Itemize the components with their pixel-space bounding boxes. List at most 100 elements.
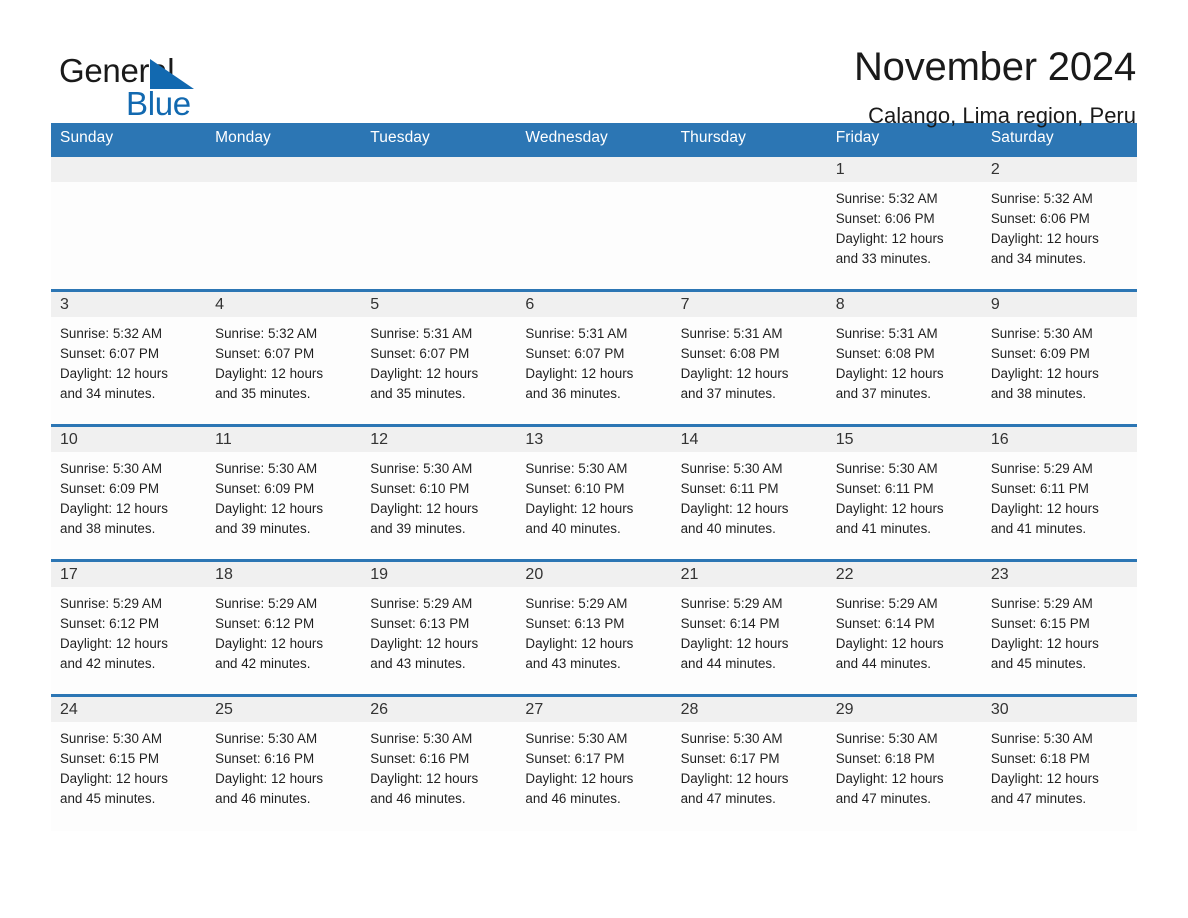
sunrise-text: Sunrise: 5:30 AM bbox=[525, 731, 628, 746]
day-sun-info: Sunrise: 5:31 AM Sunset: 6:08 PM Daylight:… bbox=[672, 317, 827, 404]
daylight-text: Daylight: 12 hours bbox=[990, 501, 1099, 516]
calendar-day-cell-empty bbox=[671, 154, 827, 291]
daylight-text-cont: and 42 minutes. bbox=[60, 656, 156, 671]
day-cell-content: 20 Sunrise: 5:29 AM Sunset: 6:13 PM Dayligh… bbox=[516, 562, 672, 694]
day-cell-content: 19 Sunrise: 5:29 AM Sunset: 6:13 PM Dayligh… bbox=[361, 562, 517, 694]
calendar-day-cell[interactable]: 5 Sunrise: 5:31 AM Sunset: 6:07 PM Daylight… bbox=[361, 289, 517, 426]
calendar-week-row: 10 Sunrise: 5:30 AM Sunset: 6:09 PM Dayligh… bbox=[51, 424, 1137, 561]
daylight-text: Daylight: 12 hours bbox=[835, 501, 944, 516]
daylight-text-cont: and 37 minutes. bbox=[835, 386, 931, 401]
daylight-text-cont: and 40 minutes. bbox=[680, 521, 776, 536]
calendar-day-cell[interactable]: 21 Sunrise: 5:29 AM Sunset: 6:14 PM Dayligh… bbox=[671, 559, 827, 696]
calendar-day-cell[interactable]: 14 Sunrise: 5:30 AM Sunset: 6:11 PM Dayligh… bbox=[671, 424, 827, 561]
sunrise-text: Sunrise: 5:31 AM bbox=[525, 326, 628, 341]
day-number: 6 bbox=[525, 295, 535, 313]
day-sun-info: Sunrise: 5:30 AM Sunset: 6:09 PM Daylight:… bbox=[982, 317, 1137, 404]
calendar-day-cell[interactable]: 7 Sunrise: 5:31 AM Sunset: 6:08 PM Daylight… bbox=[671, 289, 827, 426]
calendar-day-cell-empty bbox=[206, 154, 362, 291]
daylight-text: Daylight: 12 hours bbox=[990, 231, 1099, 246]
calendar-day-cell[interactable]: 20 Sunrise: 5:29 AM Sunset: 6:13 PM Dayligh… bbox=[516, 559, 672, 696]
calendar-day-cell[interactable]: 25 Sunrise: 5:30 AM Sunset: 6:16 PM Dayligh… bbox=[206, 694, 362, 831]
day-sun-info: Sunrise: 5:30 AM Sunset: 6:16 PM Daylight:… bbox=[206, 722, 361, 809]
location-subtitle: Calango, Lima region, Peru bbox=[868, 103, 1136, 128]
day-number: 14 bbox=[680, 430, 699, 448]
calendar-day-cell[interactable]: 8 Sunrise: 5:31 AM Sunset: 6:08 PM Daylight… bbox=[826, 289, 982, 426]
calendar-day-cell[interactable]: 9 Sunrise: 5:30 AM Sunset: 6:09 PM Daylight… bbox=[981, 289, 1137, 426]
day-cell-content: 5 Sunrise: 5:31 AM Sunset: 6:07 PM Daylight… bbox=[361, 292, 517, 424]
day-sun-info: Sunrise: 5:30 AM Sunset: 6:17 PM Daylight:… bbox=[672, 722, 827, 809]
daylight-text-cont: and 33 minutes. bbox=[835, 251, 931, 266]
daylight-text-cont: and 35 minutes. bbox=[215, 386, 311, 401]
sunrise-text: Sunrise: 5:31 AM bbox=[680, 326, 783, 341]
sunrise-text: Sunrise: 5:30 AM bbox=[990, 731, 1093, 746]
sunset-text: Sunset: 6:13 PM bbox=[525, 616, 625, 631]
daylight-text-cont: and 39 minutes. bbox=[370, 521, 466, 536]
calendar-day-cell[interactable]: 18 Sunrise: 5:29 AM Sunset: 6:12 PM Dayligh… bbox=[206, 559, 362, 696]
calendar-week-row: 1 Sunrise: 5:32 AM Sunset: 6:06 PM Daylight… bbox=[51, 154, 1137, 291]
calendar-day-cell[interactable]: 16 Sunrise: 5:29 AM Sunset: 6:11 PM Dayligh… bbox=[981, 424, 1137, 561]
calendar-day-cell[interactable]: 23 Sunrise: 5:29 AM Sunset: 6:15 PM Dayligh… bbox=[981, 559, 1137, 696]
calendar-day-cell[interactable]: 19 Sunrise: 5:29 AM Sunset: 6:13 PM Dayligh… bbox=[361, 559, 517, 696]
day-sun-info: Sunrise: 5:29 AM Sunset: 6:15 PM Daylight:… bbox=[982, 587, 1137, 674]
calendar-day-cell[interactable]: 26 Sunrise: 5:30 AM Sunset: 6:16 PM Dayligh… bbox=[361, 694, 517, 831]
day-number-band: 1 bbox=[826, 157, 982, 182]
calendar-day-cell[interactable]: 15 Sunrise: 5:30 AM Sunset: 6:11 PM Dayligh… bbox=[826, 424, 982, 561]
day-number: 24 bbox=[60, 700, 78, 718]
calendar-day-cell[interactable]: 6 Sunrise: 5:31 AM Sunset: 6:07 PM Daylight… bbox=[516, 289, 672, 426]
sunset-text: Sunset: 6:14 PM bbox=[835, 616, 935, 631]
daylight-text: Daylight: 12 hours bbox=[835, 636, 944, 651]
daylight-text: Daylight: 12 hours bbox=[215, 366, 324, 381]
calendar-day-cell[interactable]: 22 Sunrise: 5:29 AM Sunset: 6:14 PM Dayligh… bbox=[826, 559, 982, 696]
day-number-band: 3 bbox=[51, 292, 207, 317]
daylight-text: Daylight: 12 hours bbox=[215, 501, 324, 516]
calendar-day-cell[interactable]: 12 Sunrise: 5:30 AM Sunset: 6:10 PM Dayligh… bbox=[361, 424, 517, 561]
calendar-day-cell[interactable]: 17 Sunrise: 5:29 AM Sunset: 6:12 PM Dayligh… bbox=[51, 559, 207, 696]
calendar-day-cell[interactable]: 13 Sunrise: 5:30 AM Sunset: 6:10 PM Dayligh… bbox=[516, 424, 672, 561]
day-number-band: 7 bbox=[671, 292, 827, 317]
sunrise-text: Sunrise: 5:30 AM bbox=[835, 731, 938, 746]
calendar-day-cell[interactable]: 1 Sunrise: 5:32 AM Sunset: 6:06 PM Daylight… bbox=[826, 154, 982, 291]
general-blue-logo[interactable]: General Blue bbox=[51, 46, 241, 122]
daylight-text: Daylight: 12 hours bbox=[370, 501, 479, 516]
day-sun-info: Sunrise: 5:29 AM Sunset: 6:14 PM Daylight:… bbox=[827, 587, 982, 674]
day-number-band: 25 bbox=[206, 697, 362, 722]
logo-text-blue: Blue bbox=[126, 85, 191, 122]
calendar-day-cell[interactable]: 29 Sunrise: 5:30 AM Sunset: 6:18 PM Dayligh… bbox=[826, 694, 982, 831]
day-number: 1 bbox=[835, 160, 845, 178]
calendar-day-cell[interactable]: 27 Sunrise: 5:30 AM Sunset: 6:17 PM Dayligh… bbox=[516, 694, 672, 831]
day-sun-info: Sunrise: 5:32 AM Sunset: 6:07 PM Daylight:… bbox=[206, 317, 361, 404]
day-number-band: 14 bbox=[671, 427, 827, 452]
sunrise-text: Sunrise: 5:32 AM bbox=[60, 326, 162, 341]
calendar-day-cell[interactable]: 10 Sunrise: 5:30 AM Sunset: 6:09 PM Dayligh… bbox=[51, 424, 207, 561]
calendar-day-cell[interactable]: 28 Sunrise: 5:30 AM Sunset: 6:17 PM Dayligh… bbox=[671, 694, 827, 831]
sunset-text: Sunset: 6:18 PM bbox=[835, 751, 935, 766]
day-number-band: 17 bbox=[51, 562, 207, 587]
calendar-day-cell[interactable]: 30 Sunrise: 5:30 AM Sunset: 6:18 PM Dayligh… bbox=[981, 694, 1137, 831]
calendar-day-cell[interactable]: 2 Sunrise: 5:32 AM Sunset: 6:06 PM Daylight… bbox=[981, 154, 1137, 291]
daylight-text: Daylight: 12 hours bbox=[990, 636, 1099, 651]
daylight-text: Daylight: 12 hours bbox=[370, 366, 479, 381]
page-header: General Blue November 2024 Calango, Lima… bbox=[51, 0, 1137, 128]
sunset-text: Sunset: 6:07 PM bbox=[525, 346, 625, 361]
calendar-day-cell[interactable]: 24 Sunrise: 5:30 AM Sunset: 6:15 PM Dayligh… bbox=[51, 694, 207, 831]
day-number: 22 bbox=[835, 565, 854, 583]
day-sun-info: Sunrise: 5:31 AM Sunset: 6:07 PM Daylight:… bbox=[516, 317, 671, 404]
day-sun-info: Sunrise: 5:30 AM Sunset: 6:10 PM Daylight:… bbox=[516, 452, 671, 539]
calendar-day-cell[interactable]: 3 Sunrise: 5:32 AM Sunset: 6:07 PM Daylight… bbox=[51, 289, 207, 426]
day-cell-content: 18 Sunrise: 5:29 AM Sunset: 6:12 PM Dayligh… bbox=[206, 562, 362, 694]
day-cell-content: 21 Sunrise: 5:29 AM Sunset: 6:14 PM Dayligh… bbox=[671, 562, 827, 694]
day-number: 28 bbox=[680, 700, 699, 718]
sunrise-text: Sunrise: 5:32 AM bbox=[215, 326, 318, 341]
day-cell-content: 7 Sunrise: 5:31 AM Sunset: 6:08 PM Daylight… bbox=[671, 292, 827, 424]
day-number: 19 bbox=[370, 565, 389, 583]
day-number: 26 bbox=[370, 700, 389, 718]
calendar-day-cell[interactable]: 4 Sunrise: 5:32 AM Sunset: 6:07 PM Daylight… bbox=[206, 289, 362, 426]
day-number-band: 29 bbox=[826, 697, 982, 722]
sunrise-text: Sunrise: 5:30 AM bbox=[60, 461, 162, 476]
day-sun-info: Sunrise: 5:30 AM Sunset: 6:16 PM Daylight:… bbox=[361, 722, 516, 809]
calendar-day-cell[interactable]: 11 Sunrise: 5:30 AM Sunset: 6:09 PM Dayligh… bbox=[206, 424, 362, 561]
sunrise-text: Sunrise: 5:29 AM bbox=[990, 461, 1093, 476]
sunset-text: Sunset: 6:07 PM bbox=[60, 346, 159, 361]
day-number: 16 bbox=[990, 430, 1009, 448]
day-sun-info bbox=[672, 182, 827, 189]
